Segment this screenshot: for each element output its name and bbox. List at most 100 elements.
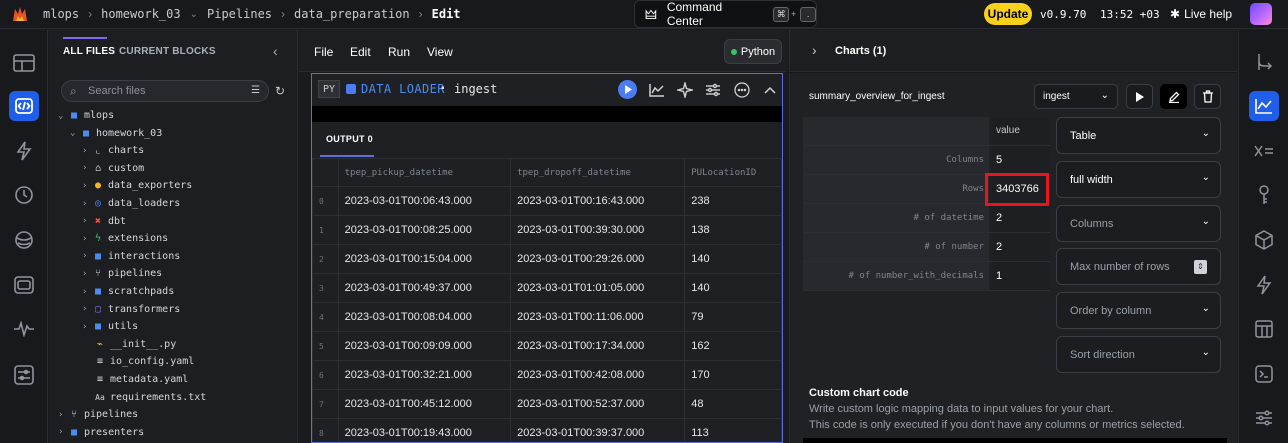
chart-name-label[interactable]: summary_overview_for_ingest [809,91,945,102]
chart-type-select[interactable]: Table ⌄ [1056,117,1221,154]
chevron-right-icon[interactable]: › [82,199,92,209]
terminal-icon[interactable] [9,270,39,300]
file-tree-item[interactable]: › ◎ data_loaders [82,195,180,212]
breadcrumb-project[interactable]: homework_03 [101,7,180,21]
file-tree-item[interactable]: › ■ utils [82,318,138,335]
file-tree-item[interactable]: ≡ io_config.yaml [82,353,194,370]
variables-icon[interactable] [1249,136,1279,166]
chevron-right-icon[interactable]: › [82,216,92,226]
monitor-pulse-icon[interactable] [9,314,39,344]
file-tree-item[interactable]: › ■ interactions [82,248,180,265]
filter-icon[interactable]: ☰ [251,85,260,96]
file-tree-item[interactable]: › ⑂ pipelines [82,265,162,282]
tab-output-0[interactable]: OUTPUT 0 [326,134,373,144]
max-rows-input[interactable]: Max number of rows ⇕ [1056,248,1221,285]
chevron-right-icon[interactable]: › [82,146,92,156]
mage-logo-icon[interactable] [11,5,29,23]
menu-edit[interactable]: Edit [350,45,371,59]
file-tree-item[interactable]: › ✖ dbt [82,213,126,230]
menu-view[interactable]: View [427,45,453,59]
collapse-chevron-up-icon[interactable] [761,81,779,99]
columns-select[interactable]: Columns ⌄ [1056,205,1221,242]
menu-file[interactable]: File [314,45,333,59]
edit-chart-button[interactable] [1160,84,1187,109]
search-files-input[interactable]: ⌕ Search files ☰ [61,80,269,102]
ai-sparkle-icon[interactable] [676,81,694,99]
file-tree-item[interactable]: › ⌞ charts [82,142,144,159]
table-cell: 140 [684,273,782,303]
live-help-link[interactable]: ✱ Live help [1170,7,1232,21]
block-select-dropdown[interactable]: ingest ⌄ [1034,84,1118,109]
chevron-right-icon[interactable]: › [82,304,92,314]
chevron-right-icon[interactable]: › [82,269,92,279]
block-name-label[interactable]: ingest [454,82,497,96]
tab-current-blocks[interactable]: CURRENT BLOCKS [119,46,216,57]
code-editor-area[interactable] [312,106,782,122]
chevron-down-icon[interactable]: ⌄ [58,111,68,121]
chevron-down-icon[interactable]: ⌄ [70,128,80,138]
file-tree-item[interactable]: ⌁ __init__.py [82,336,176,353]
chevron-right-icon[interactable]: › [82,234,92,244]
terminal-prompt-icon[interactable] [1249,359,1279,389]
trigger-bolt-icon[interactable] [9,136,39,166]
more-options-icon[interactable] [733,81,751,99]
file-tree-item[interactable]: › ⑂ pipelines [58,406,138,423]
column-header[interactable]: tpep_dropoff_datetime [510,158,686,187]
width-select[interactable]: full width ⌄ [1056,161,1221,198]
chevron-right-icon[interactable]: › [82,287,92,297]
chevron-right-icon[interactable]: › [58,410,68,420]
code-editor-icon[interactable] [9,91,39,121]
chevron-down-icon[interactable]: ⌄ [190,9,198,20]
breadcrumb-mlops[interactable]: mlops [43,7,79,21]
file-tree-item[interactable]: › ■ scratchpads [82,283,174,300]
file-tree-item[interactable]: › ● data_exporters [82,177,192,194]
avatar[interactable] [1250,3,1272,25]
file-tree-item[interactable]: ⌄ ■ mlops [58,107,114,124]
kernel-status-badge[interactable]: Python [724,39,782,64]
custom-code-editor[interactable] [803,438,1227,443]
charts-icon[interactable] [1249,91,1279,121]
chevron-right-icon[interactable]: › [82,322,92,332]
column-header[interactable]: tpep_pickup_datetime [337,158,512,187]
triggers-bolt-icon[interactable] [1249,270,1279,300]
file-tree-item[interactable]: › ■ presenters [58,424,144,441]
chart-icon[interactable] [648,81,666,99]
chevron-right-icon[interactable]: › [812,42,817,58]
tree-graph-icon[interactable] [1249,47,1279,77]
breadcrumb-pipelines[interactable]: Pipelines [207,7,272,21]
table-grid-icon[interactable] [1249,314,1279,344]
chevron-right-icon[interactable]: › [82,251,92,261]
table-cell: 170 [684,360,782,390]
delete-chart-button[interactable] [1194,84,1221,109]
settings-sliders-icon[interactable] [1249,403,1279,433]
update-button[interactable]: Update [984,3,1032,25]
cube-icon[interactable] [1249,225,1279,255]
file-tree-item[interactable]: Aa requirements.txt [82,389,206,406]
run-block-button[interactable] [618,80,637,99]
block-settings-icon[interactable] [704,81,722,99]
collapse-panel-icon[interactable]: ‹ [273,43,278,59]
chevron-right-icon[interactable]: › [82,163,92,173]
backfill-icon[interactable] [9,225,39,255]
file-tree-item[interactable]: › ▢ transformers [82,301,180,318]
refresh-icon[interactable]: ↻ [275,84,285,98]
settings-sliders-icon[interactable] [9,360,39,390]
file-tree-item[interactable]: ⌄ ■ homework_03 [70,125,162,142]
file-tree-item[interactable]: › ϟ extensions [82,230,168,247]
file-tree-item[interactable]: ≡ metadata.yaml [82,371,188,388]
stepper-icon[interactable]: ⇕ [1194,260,1207,274]
file-tree-item[interactable]: › ⌂ custom [82,160,144,177]
column-header[interactable]: PULocationID [684,158,782,187]
layout-icon[interactable] [9,48,39,78]
order-by-select[interactable]: Order by column ⌄ [1056,292,1221,329]
chevron-right-icon[interactable]: › [82,181,92,191]
breadcrumb-pipeline[interactable]: data_preparation [294,7,410,21]
tab-all-files[interactable]: ALL FILES [63,46,115,57]
sort-direction-select[interactable]: Sort direction ⌄ [1056,336,1221,373]
menu-run[interactable]: Run [388,45,410,59]
secrets-key-icon[interactable] [1249,180,1279,210]
run-chart-button[interactable] [1126,84,1153,109]
command-center-button[interactable]: 🜲 Command Center ⌘ + . [634,0,817,28]
chevron-right-icon[interactable]: › [58,427,68,437]
clock-history-icon[interactable] [9,180,39,210]
